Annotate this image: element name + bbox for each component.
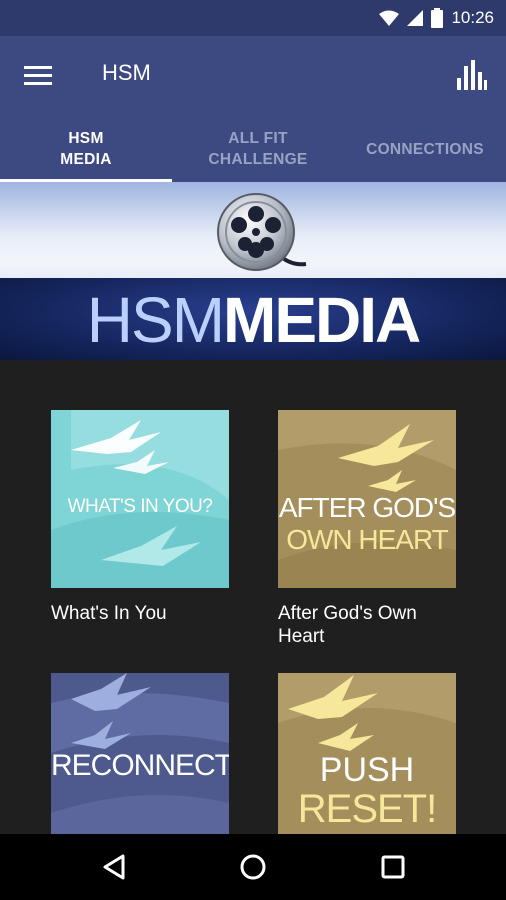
tab-label-line1: ALL FIT [228, 130, 288, 147]
banner-title-bold: MEDIA [223, 284, 421, 356]
media-grid: WHAT'S IN YOU? What's In You AFTER GOD'S… [0, 360, 506, 834]
film-reel-icon [217, 193, 307, 271]
tab-label-line1: CONNECTIONS [366, 140, 484, 158]
tab-all-fit-challenge[interactable]: ALL FIT CHALLENGE [172, 116, 344, 182]
status-bar: 10:26 [0, 0, 506, 36]
media-thumbnail: RECONNECT [51, 673, 229, 834]
bar-chart-icon[interactable] [456, 58, 488, 92]
media-thumbnail: AFTER GOD'S OWN HEART [278, 410, 456, 588]
system-nav-bar [0, 834, 506, 900]
recents-icon[interactable] [377, 851, 409, 883]
tab-hsm-media[interactable]: HSM MEDIA [0, 116, 172, 182]
banner-title: HSMMEDIA [0, 282, 506, 358]
tab-connections[interactable]: CONNECTIONS [344, 116, 506, 182]
status-icons: 10:26 [379, 7, 494, 29]
media-card-whats-in-you[interactable]: WHAT'S IN YOU? What's In You [51, 410, 229, 625]
thumb-title-line1: AFTER GOD'S [278, 492, 456, 523]
tab-label-line2: MEDIA [60, 151, 112, 168]
thumb-title: WHAT'S IN YOU? [67, 496, 213, 517]
media-thumbnail: PUSH RESET! [278, 673, 456, 834]
media-card-after-gods-own-heart[interactable]: AFTER GOD'S OWN HEART After God's Own He… [278, 410, 456, 648]
card-title: After God's Own Heart [278, 603, 417, 647]
home-icon[interactable] [237, 851, 269, 883]
signal-icon [407, 10, 424, 26]
app-bar: HSM [0, 36, 506, 116]
thumb-title-line2: RESET! [297, 787, 437, 831]
status-time: 10:26 [451, 8, 494, 27]
media-thumbnail: WHAT'S IN YOU? [51, 410, 229, 588]
app-title: HSM [102, 60, 151, 85]
wifi-icon [379, 10, 400, 26]
back-icon[interactable] [99, 851, 131, 883]
media-card-push-reset[interactable]: PUSH RESET! [278, 673, 456, 834]
tab-bar: HSM MEDIA ALL FIT CHALLENGE CONNECTIONS [0, 116, 506, 182]
thumb-title-line2: OWN HEART [286, 524, 449, 555]
thumb-title: RECONNECT [51, 749, 229, 782]
card-title: What's In You [51, 603, 167, 624]
tab-label-line2: CHALLENGE [208, 151, 308, 168]
hsm-media-banner: HSMMEDIA [0, 182, 506, 360]
banner-title-thin: HSM [86, 284, 225, 356]
tab-label-line1: HSM [68, 130, 104, 147]
battery-icon [431, 8, 444, 28]
thumb-title-line1: PUSH [319, 751, 415, 789]
media-card-reconnect[interactable]: RECONNECT [51, 673, 229, 834]
menu-icon[interactable] [24, 64, 54, 88]
